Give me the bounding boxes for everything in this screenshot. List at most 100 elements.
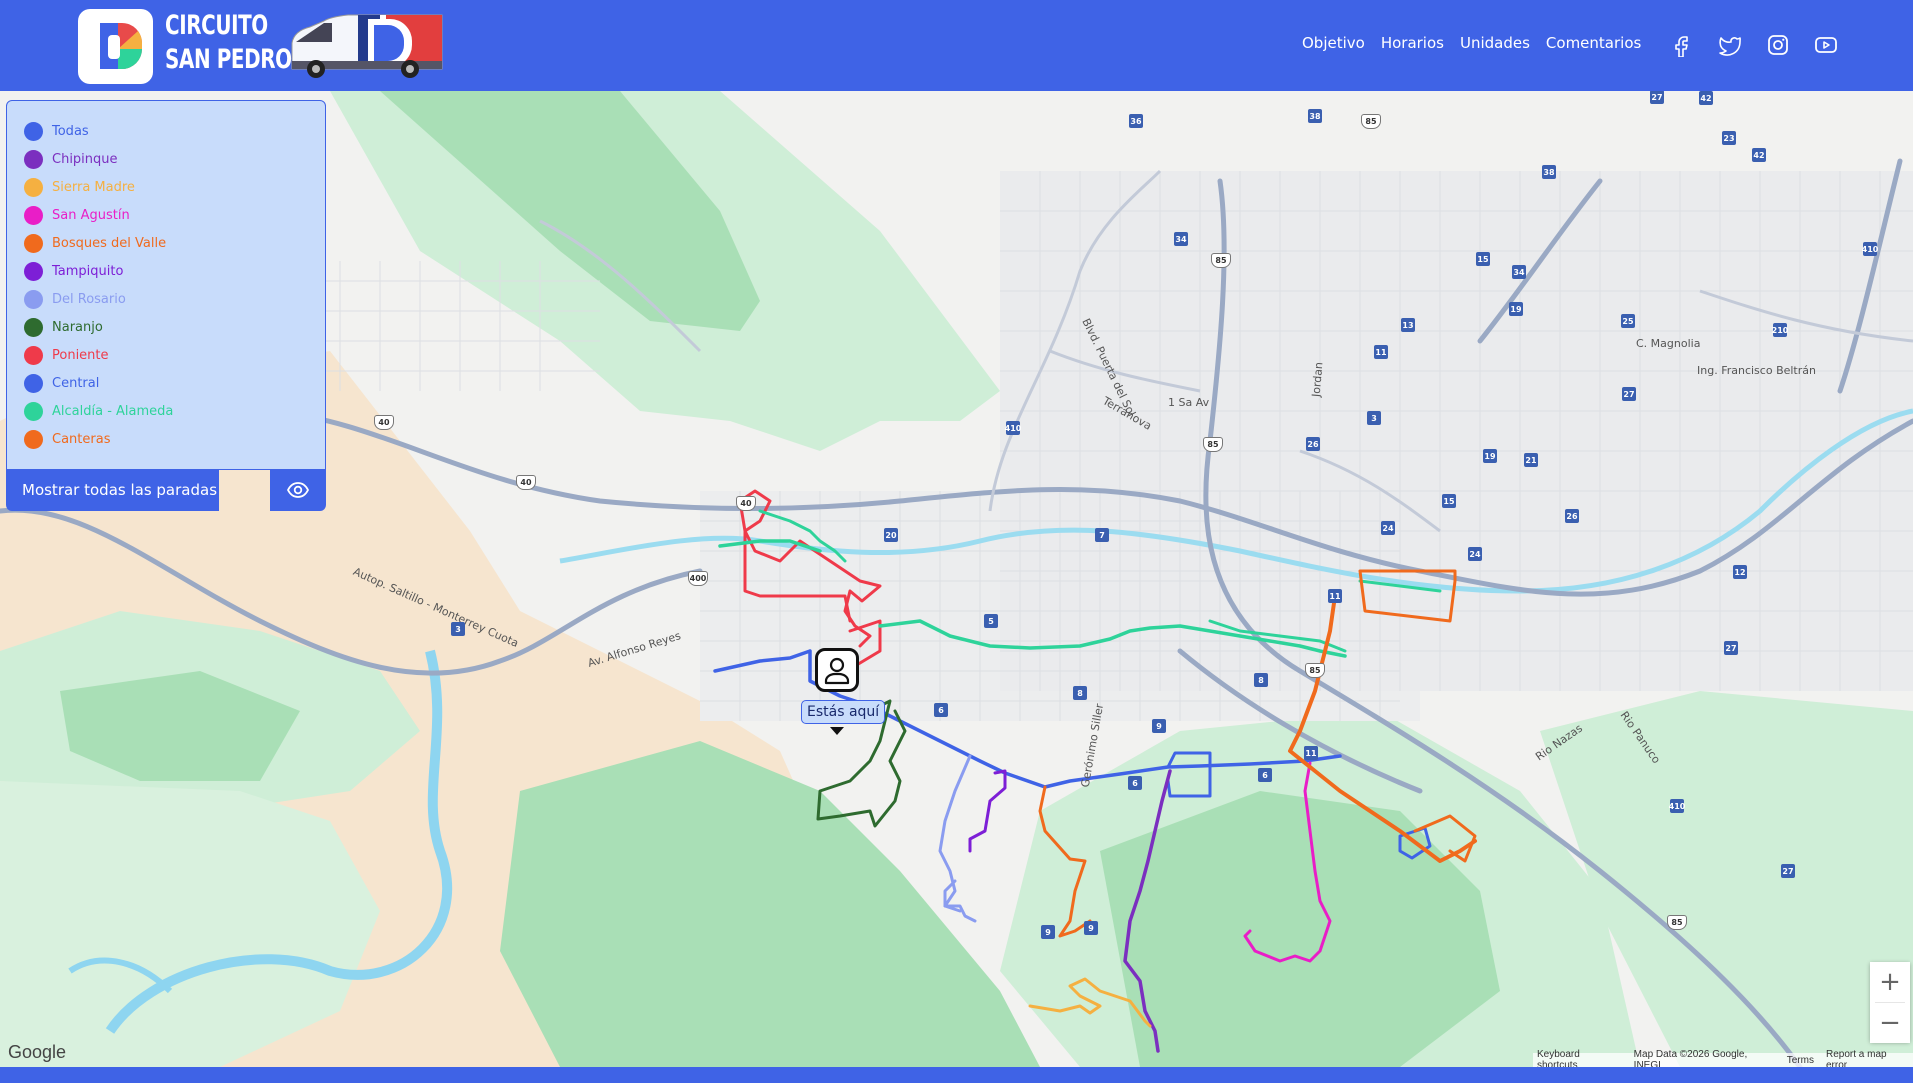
map-data-text: Map Data ©2026 Google, INEGI bbox=[1633, 1049, 1748, 1067]
facebook-icon[interactable] bbox=[1670, 33, 1694, 57]
route-shield: 11 bbox=[1374, 345, 1388, 359]
main-nav: Objetivo Horarios Unidades Comentarios bbox=[1302, 34, 1641, 52]
legend-item[interactable]: Poniente bbox=[24, 341, 325, 369]
route-shield: 21 bbox=[1524, 453, 1538, 467]
eye-icon bbox=[286, 482, 310, 498]
route-shield: 38 bbox=[1542, 165, 1556, 179]
route-shield: 25 bbox=[1621, 314, 1635, 328]
twitter-icon[interactable] bbox=[1718, 33, 1742, 57]
route-shield: 5 bbox=[984, 614, 998, 628]
route-shield: 410 bbox=[1005, 421, 1021, 435]
nav-comentarios[interactable]: Comentarios bbox=[1546, 34, 1641, 52]
you-are-here-pointer bbox=[830, 727, 844, 735]
route-shield: 34 bbox=[1512, 265, 1526, 279]
logo[interactable] bbox=[78, 9, 153, 84]
route-shield: 36 bbox=[1129, 114, 1143, 128]
brand-line-1: CIRCUITO bbox=[165, 10, 268, 41]
legend-label: Sierra Madre bbox=[52, 179, 135, 195]
brand-line-2: SAN PEDRO bbox=[165, 44, 292, 75]
route-shield: 42 bbox=[1752, 148, 1766, 162]
route-shield: 15 bbox=[1476, 252, 1490, 266]
instagram-icon[interactable] bbox=[1766, 33, 1790, 57]
legend-label: Bosques del Valle bbox=[52, 235, 167, 251]
legend-color-dot bbox=[24, 205, 43, 225]
bottom-bar bbox=[0, 1067, 1913, 1083]
legend-item[interactable]: Central bbox=[24, 369, 325, 397]
label-av15: 1 Sa Av bbox=[1168, 396, 1210, 409]
route-shield: 11 bbox=[1304, 746, 1318, 760]
zoom-out-button[interactable]: − bbox=[1870, 1003, 1910, 1043]
route-shield: 20 bbox=[884, 528, 898, 542]
legend-color-dot bbox=[24, 149, 43, 169]
legend-footer: Mostrar todas las paradas bbox=[6, 469, 326, 511]
keyboard-shortcuts-link[interactable]: Keyboard shortcuts bbox=[1537, 1049, 1622, 1067]
route-shield: 9 bbox=[1152, 719, 1166, 733]
legend-item[interactable]: Canteras bbox=[24, 425, 325, 453]
nav-horarios[interactable]: Horarios bbox=[1381, 34, 1444, 52]
legend-label: Central bbox=[52, 375, 100, 391]
route-shield: 27 bbox=[1724, 641, 1738, 655]
legend-item[interactable]: Sierra Madre bbox=[24, 173, 325, 201]
route-shield: 40 bbox=[374, 415, 394, 430]
route-legend: Todas Chipinque Sierra Madre San Agustín Bos… bbox=[6, 100, 326, 470]
nav-unidades[interactable]: Unidades bbox=[1460, 34, 1530, 52]
legend-color-dot bbox=[24, 373, 43, 393]
toggle-stops-button[interactable] bbox=[270, 469, 326, 511]
legend-item[interactable]: Alcaldía - Alameda bbox=[24, 397, 325, 425]
route-shield: 24 bbox=[1381, 521, 1395, 535]
route-shield: 40 bbox=[516, 475, 536, 490]
logo-icon bbox=[100, 23, 142, 69]
user-icon bbox=[824, 657, 850, 685]
legend-color-dot bbox=[24, 345, 43, 365]
route-shield: 15 bbox=[1442, 494, 1456, 508]
legend-label: Chipinque bbox=[52, 151, 118, 167]
legend-item[interactable]: Todas bbox=[24, 117, 325, 145]
legend-color-dot bbox=[24, 429, 43, 449]
route-shield: 3 bbox=[1367, 411, 1381, 425]
legend-label: Naranjo bbox=[52, 319, 103, 335]
legend-color-dot bbox=[24, 289, 43, 309]
user-location-marker[interactable] bbox=[815, 648, 859, 692]
route-shield: 27 bbox=[1650, 91, 1664, 104]
legend-label: Tampiquito bbox=[52, 263, 124, 279]
legend-item[interactable]: San Agustín bbox=[24, 201, 325, 229]
legend-label: Todas bbox=[52, 123, 89, 139]
legend-color-dot bbox=[24, 177, 43, 197]
legend-list: Todas Chipinque Sierra Madre San Agustín Bos… bbox=[7, 101, 325, 453]
nav-objetivo[interactable]: Objetivo bbox=[1302, 34, 1365, 52]
route-shield: 26 bbox=[1565, 509, 1579, 523]
route-shield: 23 bbox=[1722, 131, 1736, 145]
route-shield: 27 bbox=[1781, 864, 1795, 878]
route-shield: 9 bbox=[1041, 925, 1055, 939]
legend-color-dot bbox=[24, 401, 43, 421]
terms-link[interactable]: Terms bbox=[1787, 1055, 1814, 1066]
show-all-stops-button[interactable]: Mostrar todas las paradas bbox=[6, 469, 219, 511]
route-shield: 24 bbox=[1468, 547, 1482, 561]
route-shield: 85 bbox=[1667, 915, 1687, 930]
youtube-icon[interactable] bbox=[1814, 33, 1838, 57]
route-shield: 85 bbox=[1203, 437, 1223, 452]
route-shield: 85 bbox=[1305, 663, 1325, 678]
route-shield: 12 bbox=[1733, 565, 1747, 579]
route-shield: 210 bbox=[1772, 323, 1788, 337]
you-are-here-label: Estás aquí bbox=[801, 700, 886, 724]
route-shield: 38 bbox=[1308, 109, 1322, 123]
legend-item[interactable]: Naranjo bbox=[24, 313, 325, 341]
legend-item[interactable]: Chipinque bbox=[24, 145, 325, 173]
route-shield: 9 bbox=[1084, 921, 1098, 935]
zoom-in-button[interactable]: + bbox=[1870, 962, 1910, 1002]
legend-item[interactable]: Tampiquito bbox=[24, 257, 325, 285]
label-beltran: Ing. Francisco Beltrán bbox=[1697, 364, 1816, 377]
route-shield: 3 bbox=[451, 622, 465, 636]
legend-color-dot bbox=[24, 261, 43, 281]
legend-item[interactable]: Del Rosario bbox=[24, 285, 325, 313]
route-shield: 19 bbox=[1483, 449, 1497, 463]
report-error-link[interactable]: Report a map error bbox=[1826, 1049, 1909, 1067]
route-shield: 410 bbox=[1669, 799, 1685, 813]
legend-label: Del Rosario bbox=[52, 291, 126, 307]
route-shield: 6 bbox=[934, 703, 948, 717]
legend-label: Canteras bbox=[52, 431, 111, 447]
social-links bbox=[1670, 33, 1838, 57]
legend-item[interactable]: Bosques del Valle bbox=[24, 229, 325, 257]
route-shield: 27 bbox=[1622, 387, 1636, 401]
